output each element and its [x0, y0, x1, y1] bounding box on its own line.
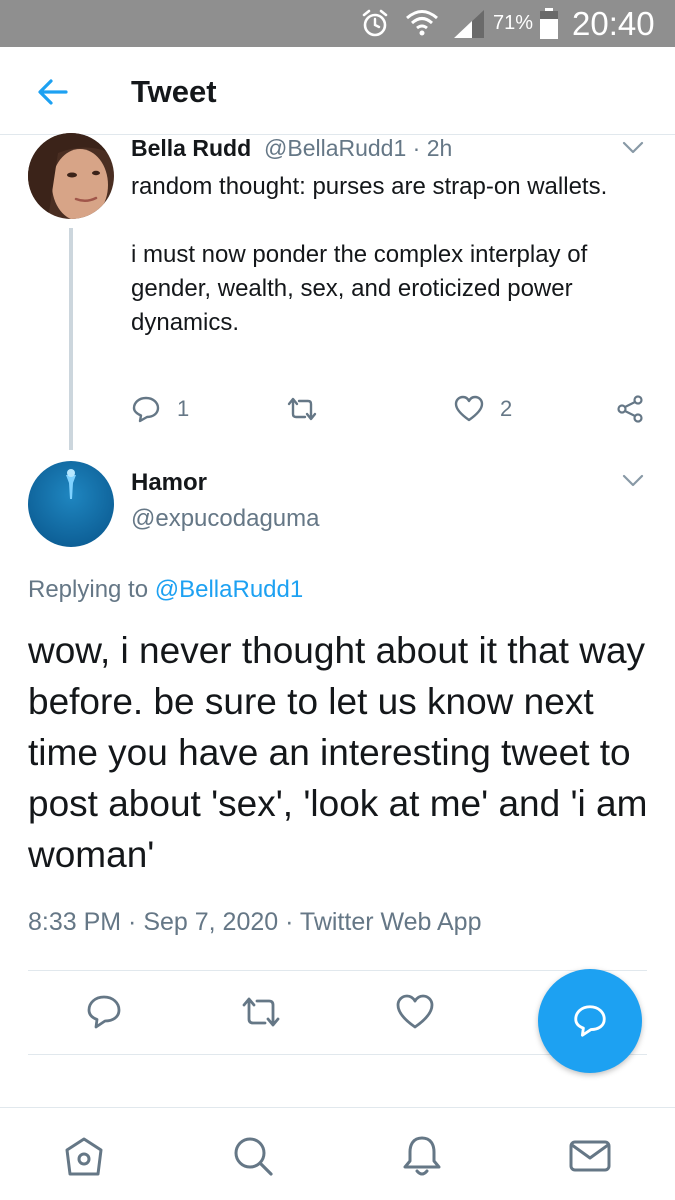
avatar[interactable] [28, 461, 114, 547]
bottom-navigation [0, 1107, 675, 1200]
divider [28, 970, 647, 971]
chevron-down-icon[interactable] [622, 140, 644, 156]
reply-icon [574, 1005, 606, 1037]
like-button[interactable]: 2 [454, 392, 512, 426]
avatar-image [28, 133, 114, 219]
status-time: 20:40 [572, 5, 655, 42]
retweet-button[interactable] [287, 392, 317, 426]
avatar[interactable] [28, 133, 114, 219]
replying-prefix: Replying to [28, 576, 149, 603]
author-name[interactable]: Bella Rudd [131, 135, 251, 162]
tweet-timestamp-source: 8:33 PM · Sep 7, 2020 · Twitter Web App [28, 908, 482, 936]
tweet-text: wow, i never thought about it that way b… [28, 630, 648, 875]
tweet-actions: 1 2 [131, 392, 651, 428]
share-icon [617, 395, 643, 423]
retweet-icon[interactable] [241, 992, 281, 1032]
battery-percent: 71% [493, 12, 534, 34]
reply-icon[interactable] [84, 992, 124, 1032]
reply-count: 1 [177, 396, 190, 421]
retweet-icon [287, 397, 317, 421]
messages-icon[interactable] [568, 1134, 612, 1178]
author-handle-time[interactable]: @BellaRudd1 · 2h [264, 135, 452, 162]
page-title: Tweet [131, 74, 217, 109]
chevron-down-icon[interactable] [622, 473, 644, 489]
page-header: Tweet [0, 47, 675, 135]
share-button[interactable] [615, 392, 645, 426]
compose-reply-button[interactable] [538, 969, 642, 1073]
signal-icon [454, 10, 484, 38]
battery-icon [540, 8, 558, 39]
author-handle[interactable]: @expucodaguma [131, 505, 319, 533]
search-icon[interactable] [231, 1134, 275, 1178]
avatar-image [28, 461, 114, 547]
heart-icon[interactable] [395, 992, 435, 1032]
like-count: 2 [500, 396, 513, 421]
alarm-icon [362, 9, 388, 37]
notifications-icon[interactable] [400, 1134, 444, 1178]
back-arrow-icon[interactable] [36, 75, 70, 109]
wifi-icon [406, 10, 438, 36]
tweet-text: random thought: purses are strap-on wall… [131, 173, 608, 336]
replying-mention-link[interactable]: @BellaRudd1 [155, 576, 303, 603]
heart-icon [454, 395, 484, 422]
thread-line [69, 228, 73, 450]
author-name[interactable]: Hamor [131, 469, 207, 497]
status-bar: 71% 20:40 [0, 0, 675, 47]
reply-button[interactable]: 1 [131, 392, 189, 426]
replying-to: Replying to @BellaRudd1 [28, 576, 303, 604]
reply-icon [132, 396, 160, 423]
home-icon[interactable] [62, 1134, 106, 1178]
